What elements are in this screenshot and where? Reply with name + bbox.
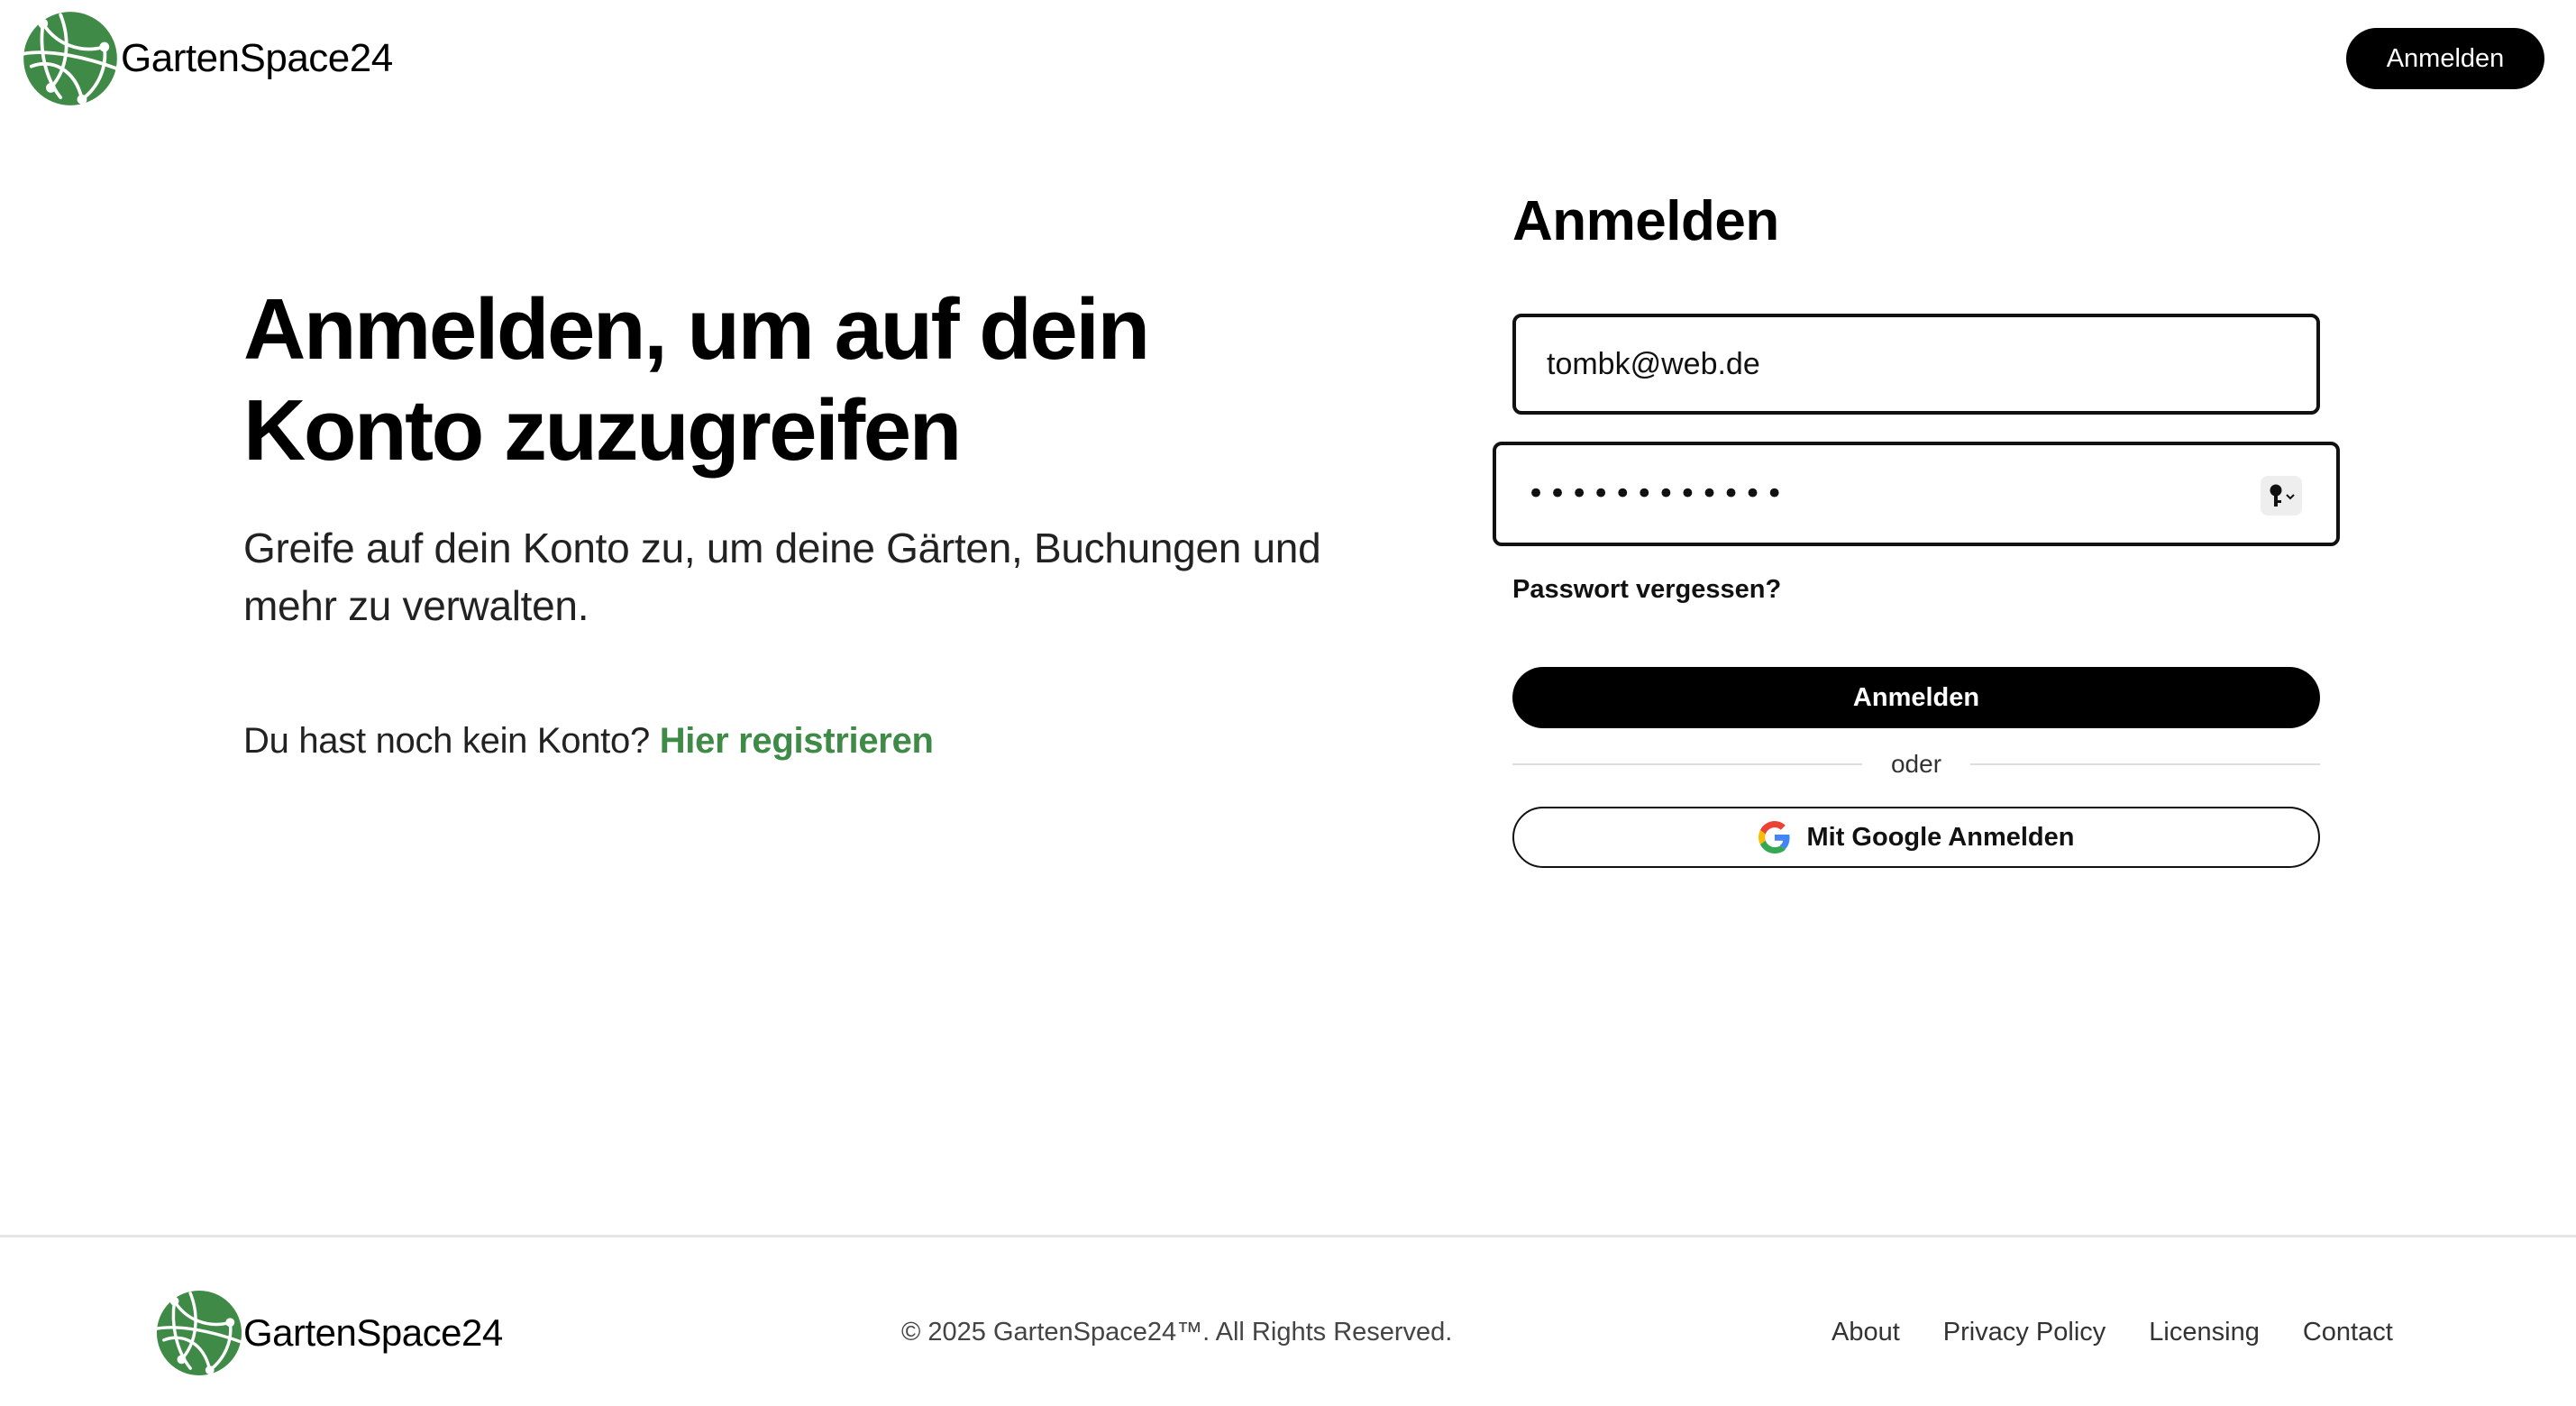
header-logo[interactable]: GartenSpace24 bbox=[22, 9, 393, 108]
footer-logo[interactable]: GartenSpace24 bbox=[155, 1288, 503, 1378]
key-icon bbox=[2270, 484, 2295, 507]
google-login-button[interactable]: Mit Google Anmelden bbox=[1512, 807, 2320, 868]
forgot-password-link[interactable]: Passwort vergessen? bbox=[1512, 575, 1781, 605]
login-submit-button[interactable]: Anmelden bbox=[1512, 667, 2320, 728]
password-manager-button[interactable] bbox=[2261, 476, 2302, 516]
brand-name: GartenSpace24 bbox=[121, 36, 393, 80]
globe-logo-icon bbox=[22, 12, 118, 105]
divider-text: oder bbox=[1890, 750, 1942, 778]
register-prompt-row: Du hast noch kein Konto? Hier registrier… bbox=[243, 721, 934, 762]
footer-link-privacy[interactable]: Privacy Policy bbox=[1943, 1318, 2106, 1347]
google-login-label: Mit Google Anmelden bbox=[1806, 822, 2075, 852]
hero-section: Anmelden, um auf dein Konto zuzugreifen … bbox=[243, 279, 1361, 761]
login-form: Anmelden tombk@web.de •••••••••••• Passw… bbox=[1493, 189, 2340, 868]
register-prompt: Du hast noch kein Konto? bbox=[243, 721, 650, 761]
register-link[interactable]: Hier registrieren bbox=[660, 721, 934, 761]
footer-link-licensing[interactable]: Licensing bbox=[2149, 1318, 2260, 1347]
divider-line-left bbox=[1512, 763, 1862, 765]
header-login-button[interactable]: Anmelden bbox=[2346, 28, 2544, 89]
divider-line-right bbox=[1970, 763, 2321, 765]
email-field[interactable]: tombk@web.de bbox=[1512, 314, 2320, 415]
page-title: Anmelden, um auf dein Konto zuzugreifen bbox=[243, 281, 1150, 479]
footer-nav: About Privacy Policy Licensing Contact bbox=[1832, 1318, 2436, 1347]
globe-logo-icon bbox=[155, 1290, 242, 1376]
copyright-text: © 2025 GartenSpace24™. All Rights Reserv… bbox=[901, 1318, 1453, 1347]
password-value: •••••••••••• bbox=[1527, 476, 1787, 512]
email-value: tombk@web.de bbox=[1547, 346, 1760, 381]
footer-link-contact[interactable]: Contact bbox=[2303, 1318, 2393, 1347]
or-divider: oder bbox=[1512, 746, 2321, 782]
password-field[interactable]: •••••••••••• bbox=[1493, 442, 2340, 546]
google-icon bbox=[1758, 821, 1790, 854]
footer-brand-name: GartenSpace24 bbox=[243, 1311, 503, 1354]
form-title: Anmelden bbox=[1512, 190, 1779, 252]
page-subtitle: Greife auf dein Konto zu, um deine Gärte… bbox=[243, 525, 1321, 629]
footer: GartenSpace24 © 2025 GartenSpace24™. All… bbox=[0, 1235, 2576, 1406]
footer-link-about[interactable]: About bbox=[1832, 1318, 1900, 1347]
